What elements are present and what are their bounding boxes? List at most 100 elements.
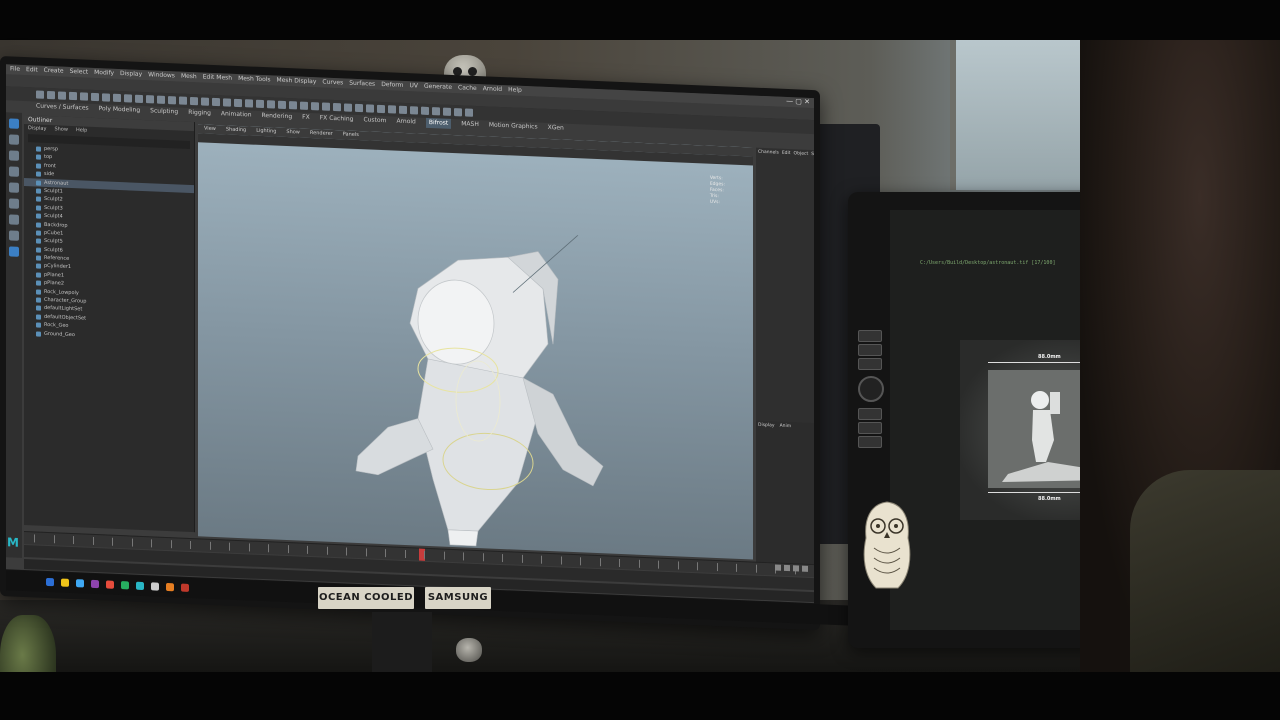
toolbar-icon[interactable] bbox=[355, 103, 363, 113]
toolbar-icon[interactable] bbox=[80, 92, 88, 101]
taskbar-app-icon[interactable] bbox=[181, 583, 189, 592]
perspective-viewport[interactable]: View Shading Lighting Show Renderer Panels Ve… bbox=[198, 124, 753, 560]
toolbar-icon[interactable] bbox=[366, 104, 374, 113]
layer-editor-tab[interactable]: Anim bbox=[780, 424, 792, 429]
outliner-menu-item[interactable]: Help bbox=[76, 126, 87, 134]
taskbar-app-icon[interactable] bbox=[76, 579, 84, 588]
toolbar-icon[interactable] bbox=[322, 102, 330, 111]
taskbar-app-icon[interactable] bbox=[151, 582, 159, 591]
scale-tool-icon[interactable] bbox=[9, 198, 19, 209]
taskbar-app-icon[interactable] bbox=[136, 581, 144, 591]
channel-box-tab[interactable]: Object bbox=[794, 151, 809, 157]
play-back-icon[interactable] bbox=[775, 564, 781, 571]
toolbar-icon[interactable] bbox=[377, 104, 385, 114]
taskbar-app-icon[interactable] bbox=[121, 581, 129, 590]
toolbar-icon[interactable] bbox=[146, 95, 154, 104]
toolbar-icon[interactable] bbox=[234, 98, 242, 108]
shelf-tab[interactable]: MASH bbox=[461, 119, 479, 130]
menu-item[interactable]: UV bbox=[410, 81, 419, 91]
toolbar-icon[interactable] bbox=[300, 101, 308, 110]
express-key[interactable] bbox=[858, 358, 882, 370]
toolbar-icon[interactable] bbox=[399, 105, 407, 115]
toolbar-icon[interactable] bbox=[245, 99, 253, 108]
outliner-menu-item[interactable]: Display bbox=[28, 124, 46, 133]
taskbar-app-icon[interactable] bbox=[166, 582, 174, 592]
shelf-tab[interactable]: Custom bbox=[363, 115, 386, 126]
channel-box-tab[interactable]: Show bbox=[811, 152, 814, 158]
shelf-tab[interactable]: Arnold bbox=[396, 117, 415, 128]
taskbar-app-icon[interactable] bbox=[91, 579, 99, 589]
toolbar-icon[interactable] bbox=[267, 100, 275, 109]
shelf-tab[interactable]: FX bbox=[302, 113, 310, 123]
express-key[interactable] bbox=[858, 408, 882, 420]
toolbar-icon[interactable] bbox=[421, 106, 429, 115]
astronaut-model[interactable] bbox=[348, 226, 628, 558]
toolbar-icon[interactable] bbox=[69, 91, 77, 101]
shelf-tab[interactable]: Animation bbox=[221, 109, 252, 120]
menu-item[interactable]: Mesh bbox=[181, 72, 197, 83]
express-key[interactable] bbox=[858, 344, 882, 356]
window-controls[interactable]: — ▢ ✕ bbox=[786, 97, 810, 106]
toolbar-icon[interactable] bbox=[443, 107, 451, 116]
play-icon[interactable] bbox=[793, 565, 799, 572]
toolbar-icon[interactable] bbox=[212, 97, 220, 107]
layout-single-icon[interactable] bbox=[9, 214, 19, 225]
shelf-tab[interactable]: Sculpting bbox=[150, 106, 178, 117]
outliner-menu-item[interactable]: Show bbox=[54, 125, 68, 134]
toolbar-icon[interactable] bbox=[278, 100, 286, 109]
toolbar-icon[interactable] bbox=[454, 108, 462, 117]
channel-box-tab[interactable]: Edit bbox=[782, 151, 791, 156]
shelf-tab[interactable]: FX Caching bbox=[320, 113, 354, 124]
channel-box-tab[interactable]: Channels bbox=[758, 150, 779, 156]
move-tool-icon[interactable] bbox=[9, 166, 19, 177]
step-forward-icon[interactable] bbox=[802, 565, 808, 572]
toolbar-icon[interactable] bbox=[465, 108, 473, 117]
toolbar-icon[interactable] bbox=[135, 94, 143, 103]
shelf-tab[interactable]: Rigging bbox=[188, 108, 211, 119]
taskbar-app-icon[interactable] bbox=[61, 578, 69, 587]
layout-active-icon[interactable] bbox=[9, 246, 19, 257]
paint-tool-icon[interactable] bbox=[9, 150, 19, 161]
toolbar-icon[interactable] bbox=[47, 90, 55, 100]
toolbar-icon[interactable] bbox=[223, 98, 231, 107]
taskbar-app-icon[interactable] bbox=[46, 577, 54, 587]
toolbar-icon[interactable] bbox=[168, 96, 176, 105]
toolbar-icon[interactable] bbox=[91, 92, 99, 102]
express-key[interactable] bbox=[858, 330, 882, 342]
toolbar-icon[interactable] bbox=[124, 94, 132, 103]
express-key[interactable] bbox=[858, 436, 882, 448]
menu-item[interactable]: Help bbox=[508, 85, 522, 96]
toolbar-icon[interactable] bbox=[157, 95, 165, 104]
menu-item[interactable]: Edit bbox=[26, 65, 38, 75]
toolbar-icon[interactable] bbox=[388, 105, 396, 114]
toolbar-icon[interactable] bbox=[179, 96, 187, 105]
toolbar-icon[interactable] bbox=[333, 102, 341, 112]
toolbar-icon[interactable] bbox=[289, 101, 297, 110]
toolbar-icon[interactable] bbox=[344, 103, 352, 112]
shelf-tab[interactable]: Rendering bbox=[262, 111, 293, 122]
toolbar-icon[interactable] bbox=[36, 90, 44, 99]
select-tool-icon[interactable] bbox=[9, 118, 19, 129]
rotate-tool-icon[interactable] bbox=[9, 182, 19, 193]
toolbar-icon[interactable] bbox=[432, 107, 440, 116]
toolbar-icon[interactable] bbox=[256, 99, 264, 109]
shelf-tab[interactable]: Motion Graphics bbox=[489, 120, 538, 132]
shelf-tab[interactable]: Poly Modeling bbox=[99, 104, 141, 116]
toolbar-icon[interactable] bbox=[311, 102, 319, 111]
viewport-menu-item[interactable]: View bbox=[204, 125, 216, 134]
toolbar-icon[interactable] bbox=[190, 96, 198, 106]
express-key[interactable] bbox=[858, 422, 882, 434]
lasso-tool-icon[interactable] bbox=[9, 134, 19, 145]
layout-four-icon[interactable] bbox=[9, 230, 19, 241]
toolbar-icon[interactable] bbox=[58, 91, 66, 100]
taskbar-app-icon[interactable] bbox=[106, 580, 114, 589]
shelf-tab[interactable]: Bifrost bbox=[425, 117, 452, 129]
toolbar-icon[interactable] bbox=[201, 97, 209, 106]
toolbar-icon[interactable] bbox=[102, 93, 110, 102]
express-key-wheel-icon[interactable] bbox=[858, 376, 884, 402]
toolbar-icon[interactable] bbox=[410, 106, 418, 115]
step-back-icon[interactable] bbox=[784, 564, 790, 572]
menu-item[interactable]: File bbox=[10, 64, 20, 74]
layer-editor-tab[interactable]: Display bbox=[758, 423, 775, 429]
shelf-tab[interactable]: XGen bbox=[548, 123, 564, 134]
